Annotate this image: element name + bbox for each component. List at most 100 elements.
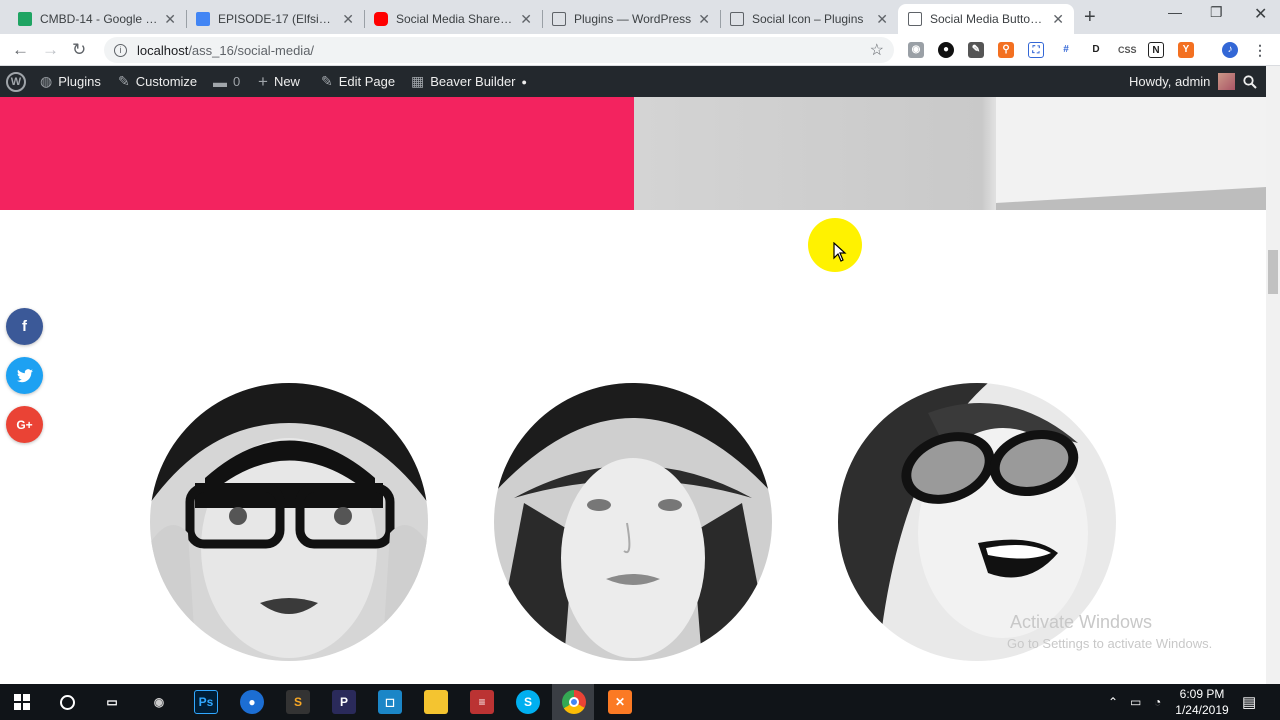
app-framed-icon[interactable]: ◻	[378, 690, 402, 714]
phpstorm-icon[interactable]: P	[332, 690, 356, 714]
app-striped-icon[interactable]: ≡	[470, 690, 494, 714]
wordpress-logo-icon[interactable]: W	[6, 66, 26, 97]
menu-kebab-icon[interactable]: ⋮	[1252, 42, 1268, 58]
tab-title: Social Icon – Plugins	[752, 12, 864, 26]
reload-icon[interactable]: ↻	[72, 40, 86, 60]
color-extension-icon[interactable]: ●	[938, 42, 954, 58]
hero-color-block	[0, 97, 634, 210]
layout-icon: ▦	[411, 73, 425, 89]
forward-icon[interactable]: →	[42, 40, 59, 60]
close-icon[interactable]: ✕	[520, 11, 532, 28]
page-icon	[552, 12, 566, 26]
grid-extension-icon[interactable]: #	[1058, 42, 1074, 58]
battery-icon[interactable]: ▭	[1130, 684, 1141, 720]
close-icon[interactable]: ✕	[342, 11, 354, 28]
activate-windows-title: Activate Windows	[1010, 612, 1153, 632]
vr-app-icon[interactable]: ◉	[147, 690, 171, 714]
screenshot-extension-icon[interactable]: ⛶	[1028, 42, 1044, 58]
address-bar[interactable]: i localhost/ass_16/social-media/ ☆	[104, 37, 894, 63]
chrome-icon[interactable]	[562, 690, 586, 714]
n-extension-icon[interactable]: N	[1148, 42, 1164, 58]
taskbar-clock[interactable]: 6:09 PM 1/24/2019	[1170, 686, 1234, 718]
tab-google-drive[interactable]: CMBD-14 - Google Driv ✕	[8, 4, 186, 34]
windows-start-icon[interactable]	[10, 690, 34, 714]
close-icon[interactable]: ✕	[876, 11, 888, 28]
google-plus-icon: G+	[16, 417, 33, 432]
tab-social-media-button[interactable]: Social Media Button – F ✕	[898, 4, 1074, 34]
yoast-extension-icon[interactable]: Y	[1178, 42, 1194, 58]
new-label: New	[273, 74, 300, 89]
customize-label: Customize	[135, 74, 198, 89]
file-explorer-icon[interactable]	[424, 690, 448, 714]
css-extension-icon[interactable]: CSS	[1118, 42, 1137, 58]
show-hidden-icons-icon[interactable]: ⌃	[1108, 684, 1118, 720]
scrollbar-thumb[interactable]	[1268, 250, 1278, 294]
admin-bar-edit-page[interactable]: ✎ Edit Page	[321, 66, 395, 97]
pencil-icon: ✎	[321, 73, 333, 89]
d-extension-icon[interactable]: D	[1088, 42, 1104, 58]
comments-count: 0	[233, 74, 241, 89]
comment-icon: ▬	[213, 73, 227, 90]
team-member-photo-2	[494, 383, 772, 661]
minimize-icon[interactable]: —	[1168, 4, 1182, 20]
photoshop-icon[interactable]: Ps	[194, 690, 218, 714]
tab-social-icon[interactable]: Social Icon – Plugins ✕	[720, 4, 898, 34]
wifi-icon[interactable]: ◔	[1154, 684, 1161, 720]
profile-avatar-icon[interactable]: ♪	[1222, 42, 1238, 58]
sublime-text-icon[interactable]: S	[286, 690, 310, 714]
new-tab-icon[interactable]: +	[1084, 6, 1096, 29]
mouse-pointer-icon	[833, 241, 847, 267]
youtube-icon	[374, 12, 388, 26]
admin-bar-customize[interactable]: ✎ Customize	[118, 66, 197, 97]
browser-app-icon[interactable]: ●	[240, 690, 264, 714]
cortana-search-icon[interactable]	[55, 690, 79, 714]
admin-bar-comments[interactable]: ▬ 0	[213, 66, 240, 97]
wp-admin-bar: W ◍ Plugins ✎ Customize ▬ 0 + New ✎ Edit…	[0, 66, 1280, 97]
facebook-icon: f	[22, 318, 27, 335]
close-icon[interactable]: ✕	[698, 11, 710, 28]
admin-bar-new[interactable]: + New	[258, 66, 300, 97]
notifications-icon[interactable]: ▤	[1242, 684, 1256, 720]
windows-taskbar: ▭ ◉ Ps ● S P ◻ ≡ S ✕ ⌃ ▭ ◔ 6:09 PM 1/24/…	[0, 684, 1280, 720]
hero-image	[634, 97, 1266, 210]
back-icon[interactable]: ←	[12, 40, 29, 60]
pen-extension-icon[interactable]: ✎	[968, 42, 984, 58]
close-window-icon[interactable]: ✕	[1254, 4, 1267, 24]
admin-bar-plugins[interactable]: ◍ Plugins	[40, 66, 101, 97]
plugins-label: Plugins	[58, 74, 101, 89]
close-icon[interactable]: ✕	[1052, 11, 1064, 28]
close-icon[interactable]: ✕	[164, 11, 176, 28]
twitter-icon	[16, 368, 33, 382]
clock-date: 1/24/2019	[1175, 703, 1229, 717]
search-icon[interactable]	[1243, 66, 1257, 97]
restore-icon[interactable]: ❐	[1210, 4, 1223, 21]
clock-time: 6:09 PM	[1179, 687, 1225, 701]
admin-bar-account[interactable]: Howdy, admin	[1129, 66, 1236, 97]
team-member-photo-1	[150, 383, 428, 661]
browser-toolbar: ← → ↻ i localhost/ass_16/social-media/ ☆…	[0, 34, 1280, 66]
edit-page-label: Edit Page	[338, 74, 396, 89]
activate-windows-subtitle: Go to Settings to activate Windows.	[1007, 636, 1213, 651]
tab-elfsight[interactable]: EPISODE-17 (Elfsight - F ✕	[186, 4, 364, 34]
url-path: /ass_16/social-media/	[188, 42, 315, 58]
tab-plugins-wordpress[interactable]: Plugins — WordPress ✕	[542, 4, 720, 34]
tab-title: CMBD-14 - Google Driv	[40, 12, 159, 26]
tab-title: Social Media Button – F	[930, 12, 1047, 26]
page-scrollbar[interactable]	[1266, 66, 1280, 684]
camera-extension-icon[interactable]: ◉	[908, 42, 924, 58]
info-icon[interactable]: i	[114, 43, 127, 57]
tab-youtube[interactable]: Social Media Share Butt ✕	[364, 4, 542, 34]
howdy-label: Howdy, admin	[1129, 74, 1211, 89]
facebook-share-button[interactable]: f	[6, 308, 43, 345]
twitter-share-button[interactable]	[6, 357, 43, 394]
task-view-icon[interactable]: ▭	[100, 690, 124, 714]
browser-tab-strip: CMBD-14 - Google Driv ✕ EPISODE-17 (Elfs…	[0, 0, 1280, 34]
admin-bar-beaver-builder[interactable]: ▦ Beaver Builder ●	[411, 66, 527, 97]
google-plus-share-button[interactable]: G+	[6, 406, 43, 443]
tab-title: Plugins — WordPress	[574, 12, 692, 26]
link-extension-icon[interactable]: ⚲	[998, 42, 1014, 58]
page-icon	[730, 12, 744, 26]
skype-icon[interactable]: S	[516, 690, 540, 714]
bookmark-star-icon[interactable]: ☆	[870, 40, 884, 60]
xampp-icon[interactable]: ✕	[608, 690, 632, 714]
